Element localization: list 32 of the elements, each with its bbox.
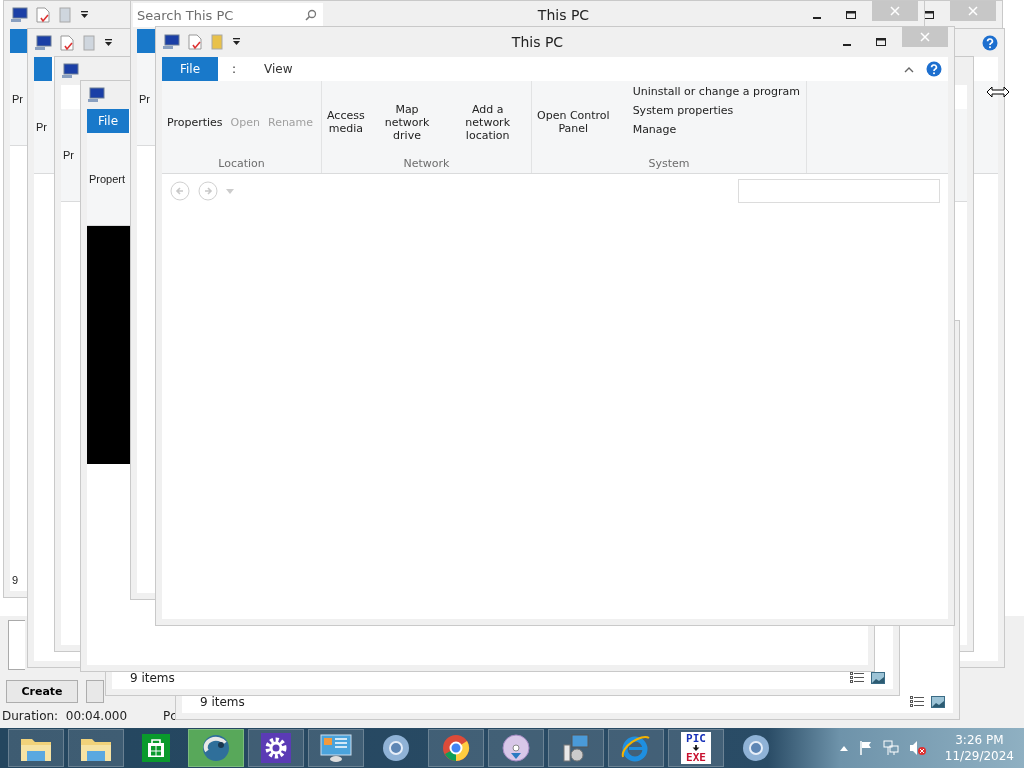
pic-exe-icon: PIC EXE <box>681 732 711 764</box>
window-title: This PC <box>510 34 565 50</box>
file-tab[interactable]: File <box>87 109 129 133</box>
ribbon-button[interactable]: Access media <box>324 109 368 135</box>
ribbon-command[interactable]: Uninstall or change a program <box>632 85 800 98</box>
group-label: Network <box>402 157 451 172</box>
taskbar-button[interactable]: PIC EXE <box>668 729 724 767</box>
status-text: 9 <box>12 574 20 586</box>
ribbon-tab[interactable]: : <box>218 57 251 81</box>
ribbon-label: Propert <box>89 173 126 185</box>
ribbon-command[interactable]: System properties <box>632 104 800 117</box>
search-field[interactable]: Search This PC <box>133 3 323 27</box>
window-title: This PC <box>536 7 591 23</box>
ribbon-label: Pr <box>63 149 74 161</box>
ribbon-button[interactable]: Map network drive <box>369 102 445 142</box>
clock-time: 3:26 PM <box>955 732 1004 748</box>
duration-label: Duration: 00:04.000 <box>2 709 129 723</box>
ribbon-label: Pr <box>36 121 47 133</box>
ribbon-button[interactable]: Properties <box>164 115 226 129</box>
ribbon-tab[interactable]: File <box>162 57 218 81</box>
ribbon-command[interactable]: Manage <box>632 123 800 136</box>
status-text: 9 items <box>130 671 176 685</box>
status-text: 9 items <box>200 695 246 709</box>
group-label: System <box>647 157 691 172</box>
ribbon-label: Pr <box>12 93 23 105</box>
ribbon-button[interactable]: Open Control Panel <box>534 109 613 135</box>
ribbon-label: Pr <box>139 93 150 105</box>
group-label: Location <box>217 157 266 172</box>
clock-date: 11/29/2024 <box>944 748 1014 764</box>
ribbon-tab[interactable]: View <box>250 57 307 81</box>
ribbon-button[interactable]: Add a network location <box>446 102 529 142</box>
create-button[interactable]: Create <box>6 680 78 703</box>
